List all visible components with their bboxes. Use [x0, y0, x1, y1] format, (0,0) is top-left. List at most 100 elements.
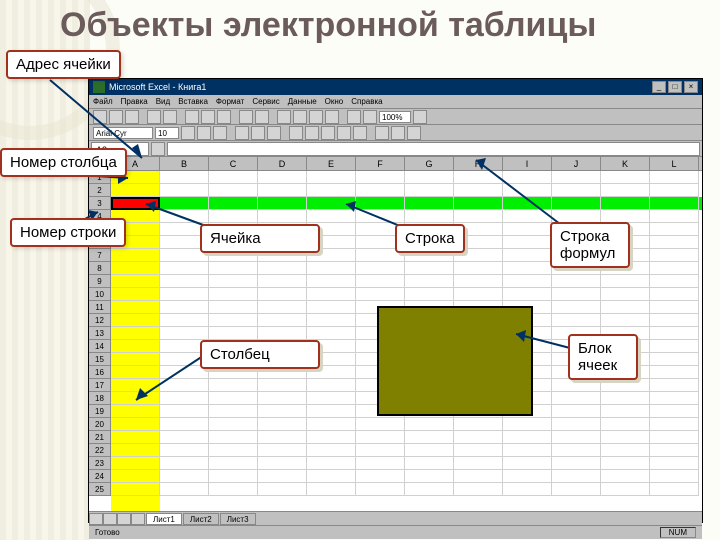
cell[interactable] — [111, 470, 160, 483]
menu-item[interactable]: Данные — [288, 97, 317, 106]
sheet-tab[interactable]: Лист3 — [220, 513, 256, 525]
cell[interactable] — [209, 210, 258, 223]
cell[interactable] — [209, 483, 258, 496]
cell[interactable] — [601, 457, 650, 470]
cell[interactable] — [650, 301, 699, 314]
cell[interactable] — [552, 184, 601, 197]
cell[interactable] — [650, 483, 699, 496]
cell[interactable] — [650, 353, 699, 366]
column-header[interactable]: D — [258, 157, 307, 170]
maximize-button[interactable]: □ — [668, 81, 682, 93]
cell[interactable] — [405, 210, 454, 223]
cell[interactable] — [307, 327, 356, 340]
cell[interactable] — [650, 223, 699, 236]
cell[interactable] — [307, 275, 356, 288]
cell[interactable] — [307, 431, 356, 444]
fx-button[interactable] — [151, 142, 165, 156]
cell[interactable] — [258, 392, 307, 405]
cell[interactable] — [160, 457, 209, 470]
sort-asc-icon[interactable] — [309, 110, 323, 124]
menu-item[interactable]: Формат — [216, 97, 244, 106]
cell[interactable] — [552, 444, 601, 457]
column-header[interactable]: G — [405, 157, 454, 170]
cell[interactable] — [405, 418, 454, 431]
cell[interactable] — [650, 184, 699, 197]
cell[interactable] — [552, 418, 601, 431]
cell[interactable] — [209, 392, 258, 405]
cell[interactable] — [601, 184, 650, 197]
cell[interactable] — [405, 470, 454, 483]
cell[interactable] — [209, 288, 258, 301]
cell[interactable] — [258, 483, 307, 496]
cell[interactable] — [650, 470, 699, 483]
cell[interactable] — [307, 392, 356, 405]
cell[interactable] — [160, 405, 209, 418]
column-header[interactable]: H — [454, 157, 503, 170]
cell[interactable] — [552, 483, 601, 496]
cell[interactable] — [258, 379, 307, 392]
cell[interactable] — [356, 262, 405, 275]
currency-icon[interactable] — [289, 126, 303, 140]
cell[interactable] — [552, 405, 601, 418]
row-header[interactable]: 23 — [89, 457, 111, 470]
cell[interactable] — [503, 171, 552, 184]
open-icon[interactable] — [109, 110, 123, 124]
cell[interactable] — [650, 366, 699, 379]
row-header[interactable]: 21 — [89, 431, 111, 444]
cell[interactable] — [650, 340, 699, 353]
inc-decimal-icon[interactable] — [337, 126, 351, 140]
cell[interactable] — [307, 457, 356, 470]
new-icon[interactable] — [93, 110, 107, 124]
borders-icon[interactable] — [375, 126, 389, 140]
cell[interactable] — [552, 301, 601, 314]
cell[interactable] — [503, 444, 552, 457]
row-header[interactable]: 22 — [89, 444, 111, 457]
menu-item[interactable]: Окно — [325, 97, 344, 106]
row-header[interactable]: 24 — [89, 470, 111, 483]
row-header[interactable]: 19 — [89, 405, 111, 418]
cell[interactable] — [405, 184, 454, 197]
cell[interactable] — [258, 418, 307, 431]
row-header[interactable]: 8 — [89, 262, 111, 275]
cell[interactable] — [307, 171, 356, 184]
cell[interactable] — [650, 431, 699, 444]
cell[interactable] — [454, 431, 503, 444]
cell[interactable] — [503, 249, 552, 262]
underline-icon[interactable] — [213, 126, 227, 140]
cell[interactable] — [454, 483, 503, 496]
cell[interactable] — [307, 210, 356, 223]
row-header[interactable]: 20 — [89, 418, 111, 431]
cell[interactable] — [650, 418, 699, 431]
cell[interactable] — [356, 444, 405, 457]
redo-icon[interactable] — [255, 110, 269, 124]
column-header[interactable]: I — [503, 157, 552, 170]
cell[interactable] — [258, 301, 307, 314]
row-header[interactable]: 3 — [89, 197, 111, 210]
cell[interactable] — [111, 288, 160, 301]
italic-icon[interactable] — [197, 126, 211, 140]
cell[interactable] — [601, 301, 650, 314]
cell[interactable] — [258, 431, 307, 444]
cell[interactable] — [601, 314, 650, 327]
cell[interactable] — [160, 210, 209, 223]
row-header[interactable]: 7 — [89, 249, 111, 262]
font-size-box[interactable]: 10 — [155, 127, 179, 139]
menu-item[interactable]: Вставка — [178, 97, 208, 106]
menu-item[interactable]: Справка — [351, 97, 382, 106]
dec-decimal-icon[interactable] — [353, 126, 367, 140]
cell[interactable] — [111, 379, 160, 392]
cell[interactable] — [209, 301, 258, 314]
cell[interactable] — [258, 210, 307, 223]
cell[interactable] — [454, 262, 503, 275]
cell[interactable] — [209, 457, 258, 470]
copy-icon[interactable] — [201, 110, 215, 124]
cell[interactable] — [454, 444, 503, 457]
cell[interactable] — [650, 288, 699, 301]
fill-color-icon[interactable] — [391, 126, 405, 140]
column-header[interactable]: E — [307, 157, 356, 170]
cell[interactable] — [111, 483, 160, 496]
cell[interactable] — [307, 301, 356, 314]
cell[interactable] — [356, 197, 405, 210]
cell[interactable] — [356, 470, 405, 483]
undo-icon[interactable] — [239, 110, 253, 124]
